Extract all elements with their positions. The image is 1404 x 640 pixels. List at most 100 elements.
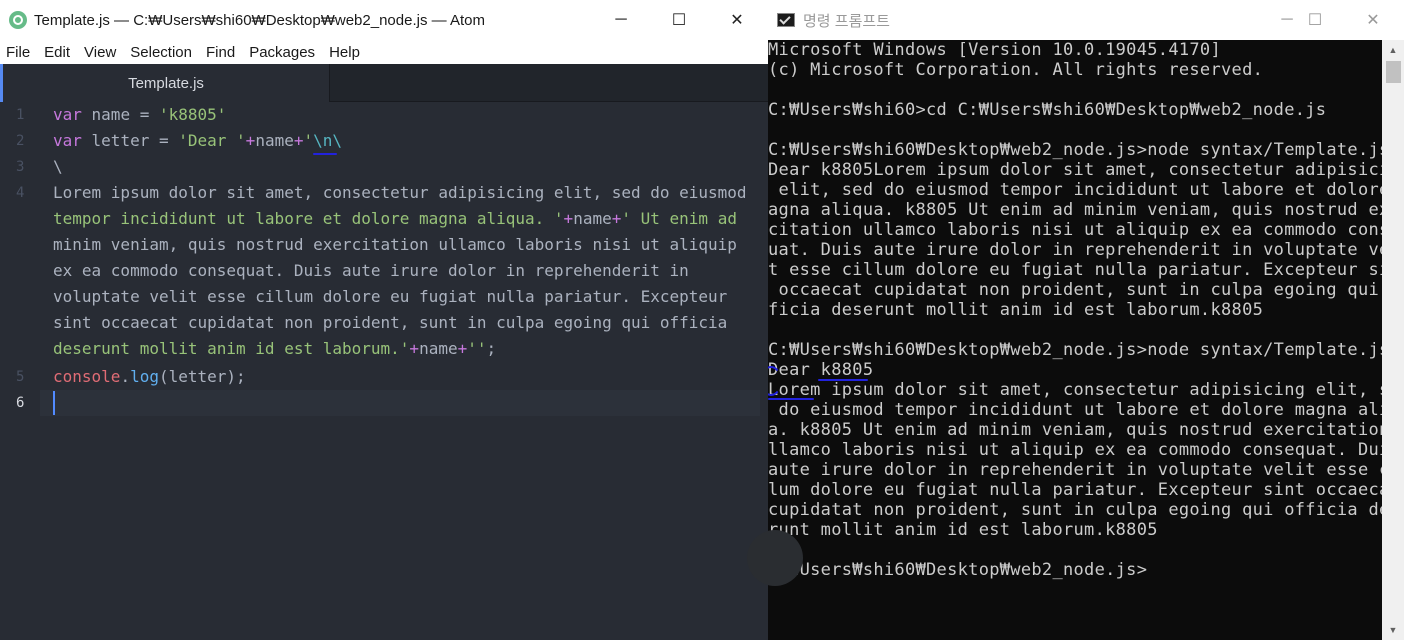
console-line: uat. Duis aute irure dolor in reprehende… [768, 240, 1404, 260]
tab-bar: Template.js [0, 64, 768, 102]
cmd-close-button[interactable]: ✕ [1344, 0, 1402, 40]
cmd-prompt-icon [777, 13, 795, 27]
line-number: 5 [16, 369, 25, 385]
console-line: C:₩Users₩shi60₩Desktop₩web2_node.js>node… [768, 340, 1390, 360]
code-text: name = [81, 105, 159, 124]
menu-edit[interactable]: Edit [38, 44, 76, 61]
handwritten-underline-mark [768, 398, 814, 400]
line-number: 3 [16, 159, 25, 175]
line-number: 4 [16, 185, 25, 201]
text-cursor [53, 391, 55, 415]
string-literal: ' Ut enim ad [621, 209, 737, 228]
string-literal: deserunt mollit anim id est laborum.' [53, 339, 410, 358]
console-line: cupidatat non proident, sunt in culpa eg… [768, 500, 1404, 520]
code-line-4-wrap: voluptate velit esse cillum dolore eu fu… [53, 287, 728, 306]
console-output[interactable]: Microsoft Windows [Version 10.0.19045.41… [768, 40, 1404, 640]
menu-help[interactable]: Help [323, 44, 366, 61]
console-line: agna aliqua. k8805 Ut enim ad minim veni… [768, 200, 1404, 220]
cmd-maximize-button[interactable]: ☐ [1286, 0, 1344, 40]
code-text: ; [486, 339, 497, 358]
code-line-4-wrap: minim veniam, quis nostrud exercitation … [53, 235, 737, 254]
operator: + [409, 339, 420, 358]
menu-view[interactable]: View [78, 44, 122, 61]
atom-close-button[interactable]: ✕ [708, 0, 766, 40]
console-line: Dear k8805 [768, 360, 874, 380]
string-literal: 'k8805' [158, 105, 227, 124]
code-line-4-wrap: ex ea commodo consequat. Duis aute irure… [53, 261, 689, 280]
console-line: Microsoft Windows [Version 10.0.19045.41… [768, 40, 1221, 60]
console-line: a. k8805 Ut enim ad minim veniam, quis n… [768, 420, 1404, 440]
code-line-4: Lorem ipsum dolor sit amet, consectetur … [53, 183, 747, 202]
escape-sequence: \n\ [313, 131, 343, 150]
operator: + [245, 131, 256, 150]
keyword: var [53, 131, 82, 150]
operator: + [563, 209, 574, 228]
console-line: aute irure dolor in reprehenderit in vol… [768, 460, 1404, 480]
console-line: llamco laboris nisi ut aliquip ex ea com… [768, 440, 1401, 460]
menu-selection[interactable]: Selection [124, 44, 198, 61]
floating-circle-button[interactable] [747, 530, 803, 586]
atom-titlebar: Template.js — C:₩Users₩shi60₩Desktop₩web… [0, 0, 768, 40]
console-line: citation ullamco laboris nisi ut aliquip… [768, 220, 1404, 240]
console-line: lum dolore eu fugiat nulla pariatur. Exc… [768, 480, 1401, 500]
code-line-4-wrap: deserunt mollit anim id est laborum.'+na… [53, 336, 496, 362]
menu-packages[interactable]: Packages [243, 44, 321, 61]
code-line-4-wrap: sint occaecat cupidatat non proident, su… [53, 313, 728, 332]
console-line: C:₩Users₩shi60₩Desktop₩web2_node.js>node… [768, 140, 1390, 160]
cmd-titlebar: 명령 프롬프트 ─ ☐ ✕ [768, 0, 1404, 40]
string-literal: tempor incididunt ut labore et dolore ma… [53, 209, 564, 228]
menu-file[interactable]: File [0, 44, 36, 61]
code-text: letter = [81, 131, 179, 150]
code-line-1: var name = 'k8805' [53, 102, 226, 128]
keyword: var [53, 105, 82, 124]
scroll-down-arrow-icon[interactable]: ▼ [1382, 620, 1404, 640]
code-line-2: var letter = 'Dear '+name+'\n\ [53, 128, 342, 154]
console-line: t esse cillum dolore eu fugiat nulla par… [768, 260, 1404, 280]
cmd-window: 명령 프롬프트 ─ ☐ ✕ Microsoft Windows [Version… [768, 0, 1404, 640]
atom-menubar: File Edit View Selection Find Packages H… [0, 40, 768, 64]
code-text: (letter); [158, 367, 246, 386]
atom-logo-icon [9, 11, 27, 29]
identifier: name [419, 339, 458, 358]
operator: + [611, 209, 622, 228]
string-literal: 'Dear ' [178, 131, 246, 150]
handwritten-underline-mark [313, 153, 337, 155]
console-line: runt mollit anim id est laborum.k8805 [768, 520, 1158, 540]
line-number-current: 6 [16, 395, 25, 411]
function-name: log [130, 367, 159, 386]
console-line: Dear k8805Lorem ipsum dolor sit amet, co… [768, 160, 1404, 180]
object-name: console [53, 367, 121, 386]
menu-find[interactable]: Find [200, 44, 241, 61]
string-literal: '' [467, 339, 487, 358]
atom-window: Template.js — C:₩Users₩shi60₩Desktop₩web… [0, 0, 768, 640]
string-literal: ' [303, 131, 314, 150]
line-number: 2 [16, 133, 25, 149]
console-line: C:₩Users₩shi60>cd C:₩Users₩shi60₩Desktop… [768, 100, 1327, 120]
operator: + [457, 339, 468, 358]
console-line: (c) Microsoft Corporation. All rights re… [768, 60, 1264, 80]
atom-maximize-button[interactable]: ☐ [650, 0, 708, 40]
line-number: 1 [16, 107, 25, 123]
console-line: occaecat cupidatat non proident, sunt in… [768, 280, 1404, 300]
line-number-gutter: 1 2 3 4 5 6 [0, 102, 40, 640]
scroll-up-arrow-icon[interactable]: ▲ [1382, 40, 1404, 60]
console-prompt-line: C:₩Users₩shi60₩Desktop₩web2_node.js> [768, 560, 1148, 580]
atom-window-title: Template.js — C:₩Users₩shi60₩Desktop₩web… [34, 11, 485, 29]
handwritten-underline-mark [818, 379, 868, 381]
tab-template-js[interactable]: Template.js [0, 64, 330, 102]
code-text: . [120, 367, 131, 386]
code-editor[interactable]: 1 2 3 4 5 6 var name = 'k8805' var lette… [0, 102, 768, 640]
code-line-5: console.log(letter); [53, 364, 246, 390]
console-scrollbar[interactable]: ▲ ▼ [1382, 40, 1404, 640]
code-line-4-wrap: tempor incididunt ut labore et dolore ma… [53, 206, 737, 232]
console-line: do eiusmod tempor incididunt ut labore e… [768, 400, 1404, 420]
atom-minimize-button[interactable]: ─ [592, 0, 650, 40]
scrollbar-thumb[interactable] [1386, 61, 1401, 83]
current-line-highlight [40, 390, 760, 416]
identifier: name [573, 209, 612, 228]
identifier: name [255, 131, 294, 150]
console-line: elit, sed do eiusmod tempor incididunt u… [768, 180, 1404, 200]
code-line-3: \ [53, 157, 63, 176]
console-line: ficia deserunt mollit anim id est laboru… [768, 300, 1264, 320]
cmd-window-title: 명령 프롬프트 [803, 12, 890, 30]
